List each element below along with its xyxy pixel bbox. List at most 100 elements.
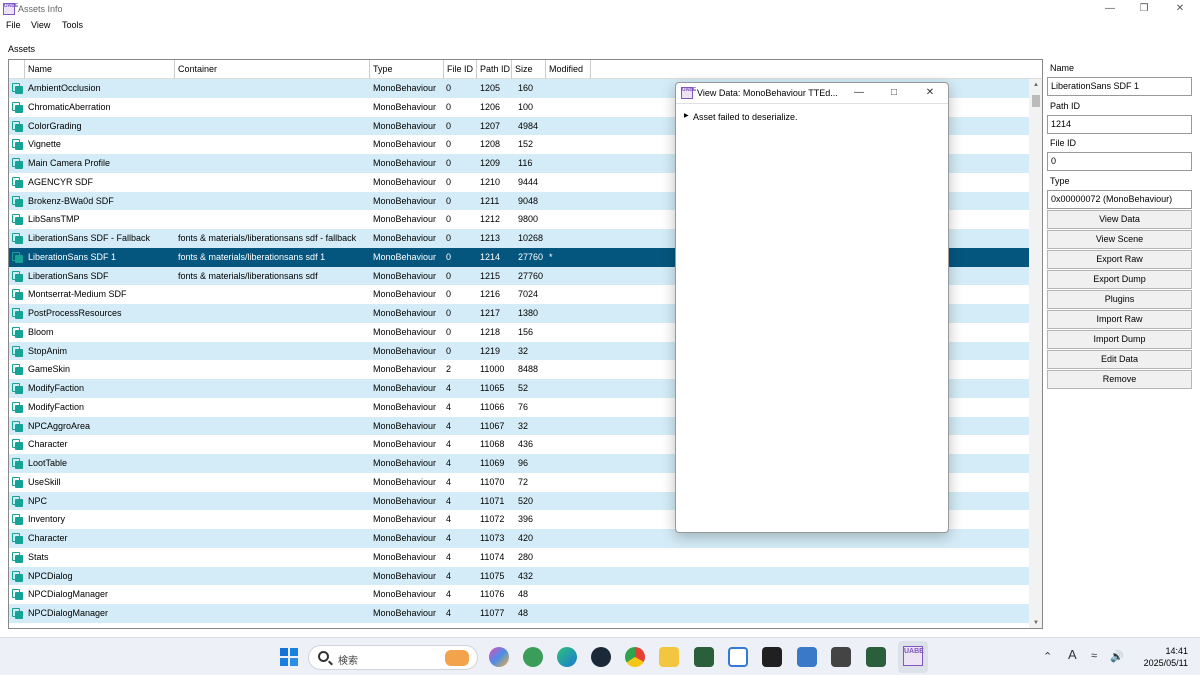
cell-name: NPCAggroArea [28,420,91,431]
edge-browser-icon[interactable] [557,647,577,667]
view-data-dialog: UABE View Data: MonoBehaviour TTEd... — … [675,82,949,533]
cell-type: MonoBehaviour [373,551,437,562]
volume-icon[interactable]: 🔊 [1110,650,1124,663]
menu-view[interactable]: View [31,20,50,30]
minimize-button[interactable]: — [1093,2,1127,16]
export-raw-button[interactable]: Export Raw [1047,250,1192,269]
chrome-icon[interactable] [625,647,645,667]
steam-icon[interactable] [591,647,611,667]
film-app-2-icon[interactable] [866,647,886,667]
monobehaviour-asset-icon [12,158,23,169]
monobehaviour-asset-icon [12,195,23,207]
list-scrollbar[interactable]: ▲ ▼ [1029,79,1042,628]
windows-start-icon[interactable] [279,647,299,667]
scroll-thumb[interactable] [1032,95,1040,107]
dialog-maximize-button[interactable]: □ [880,86,908,100]
cell-path-id: 11066 [480,401,505,412]
cell-file-id: 0 [446,139,452,150]
cell-name: LibSansTMP [28,214,80,225]
search-icon [318,651,329,662]
column-header-name[interactable]: Name [25,60,175,79]
unity-icon[interactable] [831,647,851,667]
view-scene-button[interactable]: View Scene [1047,230,1192,249]
cell-file-id: 4 [446,420,452,431]
monobehaviour-asset-icon [12,364,23,376]
cell-file-id: 0 [446,176,452,187]
table-row[interactable]: NPCDialogManager MonoBehaviour 4 11077 48 [9,604,1029,623]
cell-size: 52 [518,383,529,393]
wifi-icon[interactable]: ≈ [1091,650,1097,662]
cell-name: NPCDialogManager [28,608,109,618]
cell-type: MonoBehaviour [373,158,437,168]
menu-file[interactable]: File [6,20,21,30]
cell-file-id: 4 [446,495,452,506]
column-header-file-id[interactable]: File ID [444,60,477,79]
file-id-field[interactable]: 0 [1047,152,1192,171]
table-row[interactable]: NPCDialog MonoBehaviour 4 11075 432 [9,566,1029,586]
terminal-icon[interactable] [762,647,782,667]
scroll-down-arrow[interactable]: ▼ [1029,617,1042,628]
import-dump-button[interactable]: Import Dump [1047,330,1192,349]
tree-node-message[interactable]: Asset failed to deserialize. [693,112,798,122]
monobehaviour-asset-icon [12,608,23,619]
column-header-size[interactable]: Size [512,60,546,79]
cell-type: MonoBehaviour [373,364,437,375]
cell-file-id: 0 [446,83,452,93]
taskbar-active-app[interactable]: UABE [898,641,928,673]
cell-path-id: 11076 [480,589,505,600]
export-dump-button[interactable]: Export Dump [1047,270,1192,289]
dialog-close-button[interactable]: ✕ [916,86,944,100]
monobehaviour-asset-icon [12,120,23,132]
copilot-icon[interactable] [489,647,509,667]
cell-path-id: 1217 [480,308,501,318]
menu-tools[interactable]: Tools [62,20,83,30]
import-raw-button[interactable]: Import Raw [1047,310,1192,329]
cell-name: ModifyFaction [28,401,85,412]
table-row[interactable]: Stats MonoBehaviour 4 11074 280 [9,548,1029,567]
cell-path-id: 1215 [480,270,501,281]
path-id-field[interactable]: 1214 [1047,115,1192,134]
earth-app-icon[interactable] [523,647,543,667]
cell-file-id: 4 [446,476,452,487]
taskbar-clock[interactable]: 14:41 2025/05/11 [1144,645,1188,669]
monobehaviour-asset-icon [12,101,23,113]
dialog-title-bar[interactable]: UABE View Data: MonoBehaviour TTEd... — … [676,83,948,104]
cell-type: MonoBehaviour [373,495,437,506]
scroll-up-arrow[interactable]: ▲ [1029,79,1042,91]
maximize-button[interactable]: ❐ [1127,2,1161,16]
remove-button[interactable]: Remove [1047,370,1192,389]
column-header-path-id[interactable]: Path ID [477,60,512,79]
cell-type: MonoBehaviour [373,270,437,281]
snipping-tool-icon[interactable] [728,647,748,667]
dialog-minimize-button[interactable]: — [845,86,873,100]
close-button[interactable]: ✕ [1163,2,1197,16]
edit-data-button[interactable]: Edit Data [1047,350,1192,369]
cell-path-id: 11065 [480,383,505,393]
cell-name: UseSkill [28,476,61,487]
cell-file-id: 4 [446,608,452,618]
menu-bar: File View Tools [0,18,1200,34]
dialog-tree-view[interactable]: ▶ Asset failed to deserialize. [676,105,948,532]
cell-file-id: 0 [446,120,452,131]
view-data-button[interactable]: View Data [1047,210,1192,229]
cell-name: Stats [28,551,49,562]
cell-name: Brokenz-BWa0d SDF [28,195,114,206]
notepad-icon[interactable] [797,647,817,667]
name-field[interactable]: LiberationSans SDF 1 [1047,77,1192,96]
plugins-button[interactable]: Plugins [1047,290,1192,309]
cell-path-id: 1219 [480,345,501,356]
film-app-icon[interactable] [694,647,714,667]
column-header-container[interactable]: Container [175,60,370,79]
cell-name: NPC [28,495,48,506]
cell-type: MonoBehaviour [373,308,437,318]
column-header-type[interactable]: Type [370,60,444,79]
cell-size: 7024 [518,289,539,300]
ime-indicator[interactable]: A [1068,647,1077,662]
taskbar-search-box[interactable]: 検索 [308,645,478,670]
column-header-modified[interactable]: Modified [546,60,591,79]
expand-arrow-icon[interactable]: ▶ [684,112,689,119]
tray-chevron-icon[interactable]: ⌃ [1043,650,1052,663]
type-field[interactable]: 0x00000072 (MonoBehaviour) [1047,190,1192,209]
file-explorer-icon[interactable] [659,647,679,667]
table-row[interactable]: NPCDialogManager MonoBehaviour 4 11076 48 [9,585,1029,604]
